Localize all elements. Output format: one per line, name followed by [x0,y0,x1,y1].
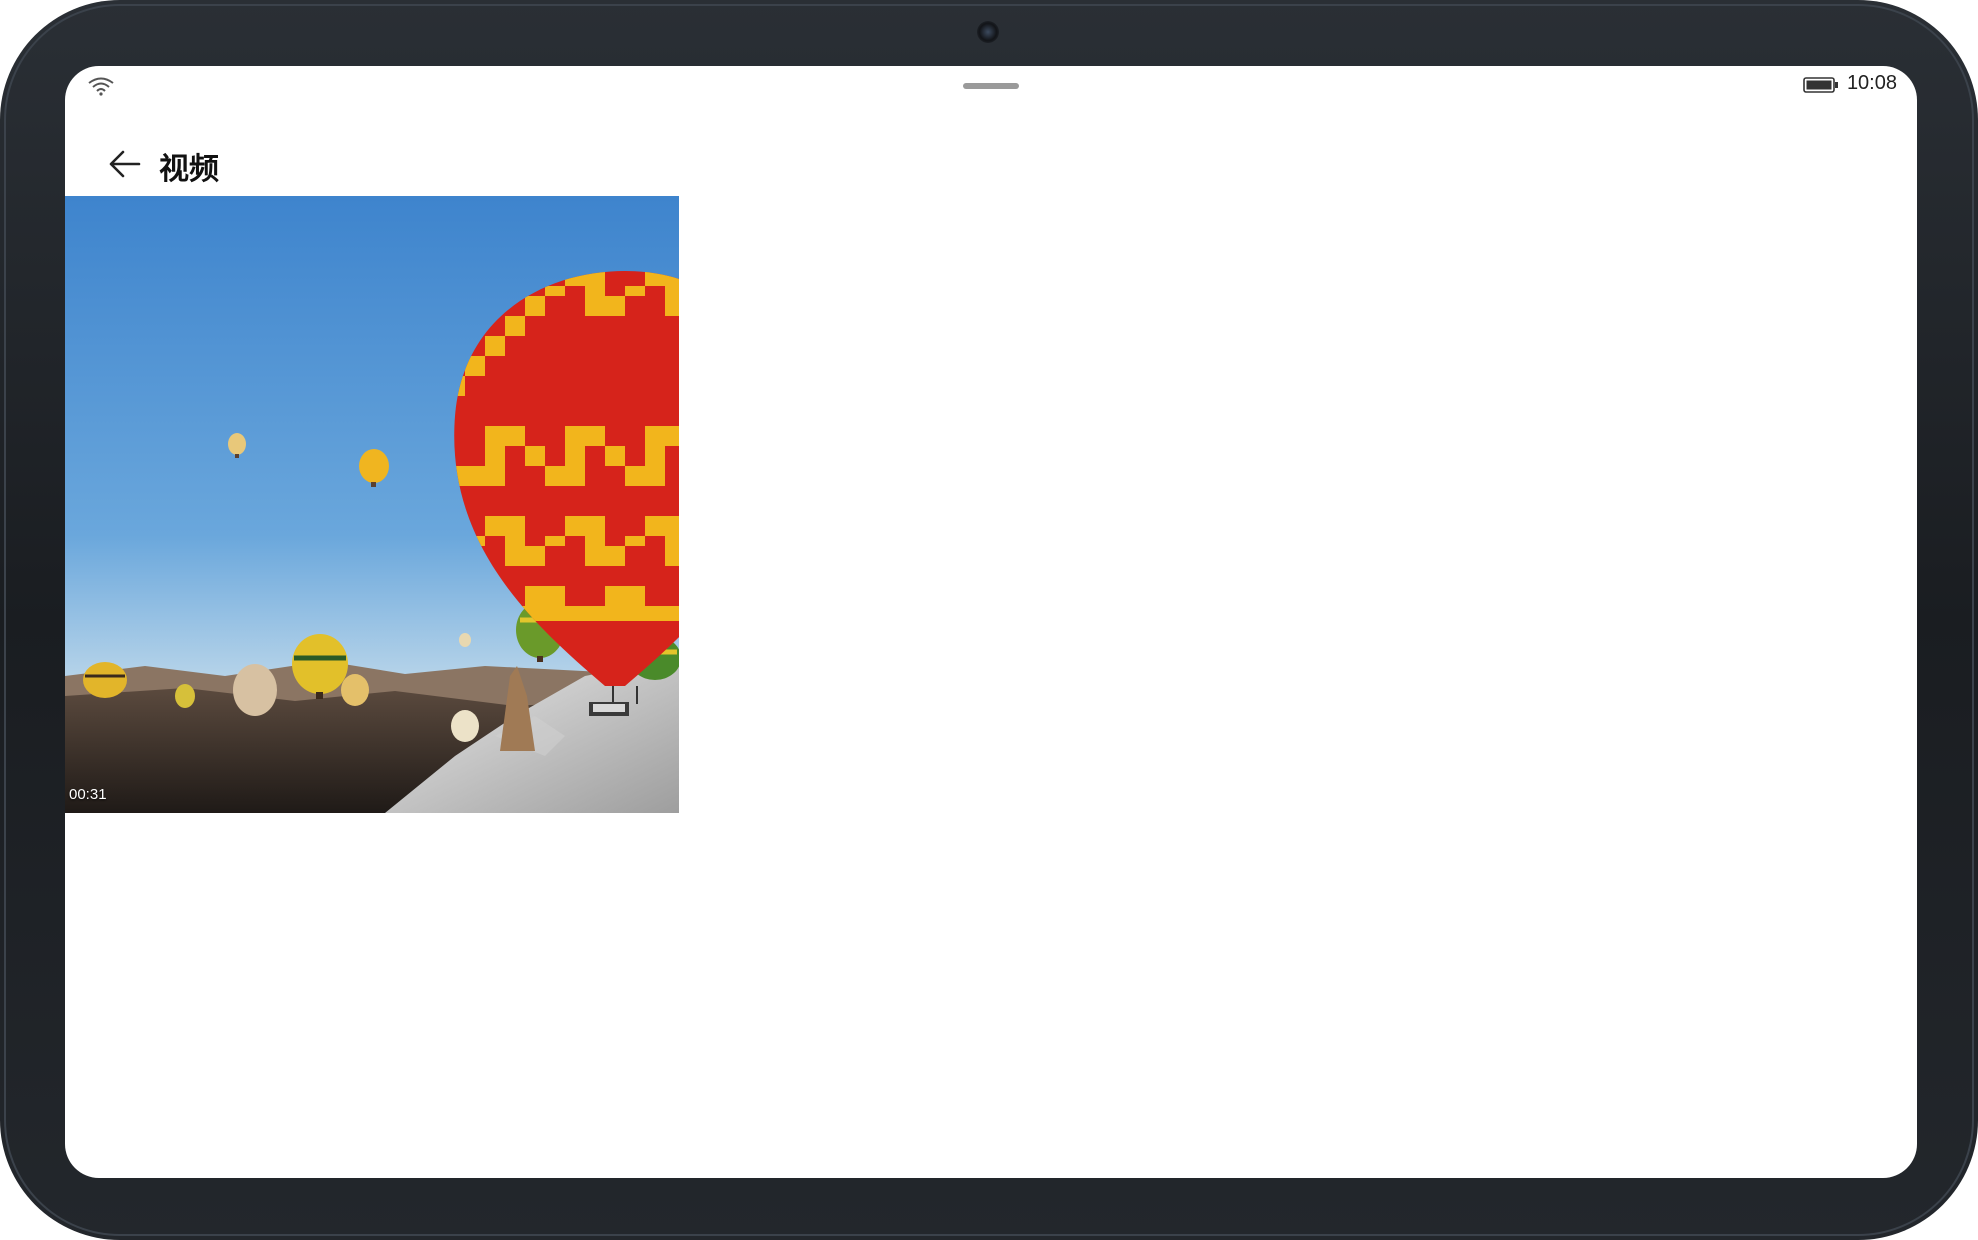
screen: 10:08 视频 00:31 [65,66,1917,1178]
video-thumbnail [65,196,679,813]
status-time: 10:08 [1846,72,1897,94]
status-bar: 10:08 [65,66,1917,106]
back-button[interactable] [95,134,155,194]
front-camera [977,21,999,43]
drag-handle[interactable] [963,83,1019,89]
back-arrow-icon [109,150,141,178]
battery-icon [1803,77,1838,93]
tablet-frame: 10:08 视频 00:31 [0,0,1978,1240]
video-tile[interactable]: 00:31 [65,196,679,813]
wifi-icon [88,77,114,96]
video-grid: 00:31 [65,196,679,813]
video-duration: 00:31 [69,786,107,803]
page-title: 视频 [159,152,219,187]
